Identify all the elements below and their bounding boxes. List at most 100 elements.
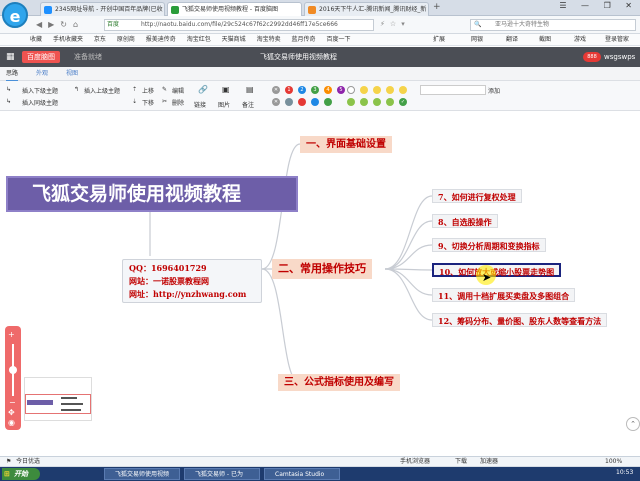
progress-marker-icon[interactable] bbox=[386, 98, 394, 106]
apps-grid-icon[interactable]: ▦ bbox=[6, 47, 16, 67]
nav-buttons[interactable]: ◀▶↻⌂ bbox=[36, 20, 84, 29]
delete-button[interactable]: 删除 bbox=[172, 98, 184, 107]
window-controls[interactable]: ☰ — ❐ ✕ bbox=[559, 1, 638, 10]
progress-complete-icon[interactable]: ✓ bbox=[399, 98, 407, 106]
toolbar-game[interactable]: 游戏 bbox=[574, 34, 586, 45]
move-up-button[interactable]: 上移 bbox=[142, 86, 154, 95]
subtopic-10-selected[interactable]: 10、如何放大或缩小股票走势图 bbox=[432, 263, 562, 277]
search-engine-icon: 🔍 bbox=[474, 21, 482, 28]
branch-3[interactable]: 三、公式指标使用及编写 bbox=[278, 374, 400, 391]
toolbar-translate[interactable]: 翻译 bbox=[506, 34, 518, 45]
edit-button[interactable]: 编辑 bbox=[172, 86, 184, 95]
progress-marker-icon[interactable] bbox=[399, 86, 407, 94]
note-button[interactable]: 备注 bbox=[242, 100, 254, 109]
browser-tab-news[interactable]: 2016天下牛人汇-腾讯新闻_腾讯财经_新 bbox=[304, 2, 429, 16]
progress-marker-icon[interactable] bbox=[373, 98, 381, 106]
priority-4-button[interactable]: 4 bbox=[324, 86, 332, 94]
taskbar-item[interactable]: 飞狐交易师 - 已为 bbox=[184, 468, 260, 480]
toolbar-screenshot[interactable]: 截图 bbox=[539, 34, 551, 45]
bookmark-item[interactable]: 淘宝红包 bbox=[187, 36, 211, 43]
zoom-out-button[interactable]: − bbox=[9, 398, 16, 407]
bookmark-item[interactable]: 原创商 bbox=[117, 36, 135, 43]
bookmark-item[interactable]: 天猫商城 bbox=[222, 36, 246, 43]
link-button[interactable]: 链接 bbox=[194, 100, 206, 109]
priority-3-button[interactable]: 3 bbox=[311, 86, 319, 94]
branch-1[interactable]: 一、界面基础设置 bbox=[300, 136, 392, 153]
priority-5-button[interactable]: 5 bbox=[337, 86, 345, 94]
tab-view[interactable]: 视图 bbox=[66, 67, 78, 80]
progress-marker-icon[interactable] bbox=[373, 86, 381, 94]
info-node[interactable]: QQ：1696401729 网站：一诺股票教程网 网址：http://ynzhw… bbox=[122, 259, 262, 303]
progress-marker-icon[interactable] bbox=[360, 86, 368, 94]
priority-marker-icon[interactable] bbox=[298, 98, 306, 106]
progress-marker-icon[interactable] bbox=[386, 86, 394, 94]
preview-eye-icon[interactable]: ◉ bbox=[8, 418, 15, 427]
toolbar-login[interactable]: 登录管家 bbox=[605, 34, 629, 45]
bookmark-item[interactable]: 蓝月传奇 bbox=[292, 36, 316, 43]
today-picks[interactable]: 今日优选 bbox=[16, 457, 40, 467]
tab-idea[interactable]: 思路 bbox=[6, 67, 19, 82]
priority-clear-icon[interactable]: ✕ bbox=[272, 86, 280, 94]
accelerator-link[interactable]: 加速器 bbox=[480, 457, 498, 467]
progress-marker-icon[interactable] bbox=[360, 98, 368, 106]
bookmark-item[interactable]: 京东 bbox=[94, 36, 106, 43]
bookmark-item[interactable]: 收藏 bbox=[30, 36, 42, 43]
subtopic-7[interactable]: 7、如何进行复权处理 bbox=[432, 189, 522, 203]
add-resource-button[interactable]: 添加 bbox=[488, 86, 500, 95]
bottom-area: ⚑ 今日优选 手机浏览器 下载 加速器 100% ⊞ 开始 飞狐交易师使用视频 … bbox=[0, 456, 640, 481]
tab-appearance[interactable]: 外观 bbox=[36, 67, 48, 80]
bookmark-item[interactable]: 百度一下 bbox=[326, 36, 350, 43]
bookmark-item[interactable]: 淘宝特卖 bbox=[257, 36, 281, 43]
browser-logo-icon: e bbox=[2, 2, 28, 28]
app-brand[interactable]: 百度脑图 bbox=[22, 51, 60, 63]
mindmap-root[interactable]: 飞狐交易师使用视频教程 bbox=[6, 176, 298, 212]
start-button[interactable]: ⊞ 开始 bbox=[2, 468, 40, 480]
progress-marker-icon[interactable] bbox=[347, 98, 355, 106]
mindmap-canvas[interactable]: 飞狐交易师使用视频教程 QQ：1696401729 网站：一诺股票教程网 网址：… bbox=[0, 111, 640, 456]
toolbar-extension[interactable]: 扩展 bbox=[433, 34, 445, 45]
hand-tool-icon[interactable]: ✥ bbox=[8, 408, 15, 417]
branch-2[interactable]: 二、常用操作技巧 bbox=[272, 259, 372, 279]
mobile-browser-link[interactable]: 手机浏览器 bbox=[400, 457, 430, 467]
priority-marker-icon[interactable] bbox=[285, 98, 293, 106]
insert-parent-button[interactable]: 插入上级主题 bbox=[84, 86, 120, 95]
download-link[interactable]: 下载 bbox=[455, 457, 467, 467]
address-tool-icons[interactable]: ⚡☆▾ bbox=[380, 20, 410, 28]
progress-clear-icon[interactable] bbox=[347, 86, 355, 94]
priority-marker-icon[interactable] bbox=[311, 98, 319, 106]
subtopic-8[interactable]: 8、自选股操作 bbox=[432, 214, 498, 228]
minimap-root bbox=[27, 400, 53, 405]
new-tab-icon[interactable]: + bbox=[433, 2, 441, 12]
bookmark-item[interactable]: 报美迪传奇 bbox=[146, 36, 176, 43]
zoom-in-button[interactable]: + bbox=[8, 330, 15, 339]
document-title[interactable]: 飞狐交易师使用视频教程 bbox=[260, 47, 337, 67]
taskbar-item[interactable]: Camtasia Studio bbox=[264, 468, 340, 480]
resource-input[interactable] bbox=[420, 85, 486, 95]
image-button[interactable]: 图片 bbox=[218, 100, 230, 109]
priority-clear-icon[interactable]: ✕ bbox=[272, 98, 280, 106]
browser-tab-2345[interactable]: 2345网址导航 - 开创中国百年品牌(已收 bbox=[40, 2, 165, 16]
tab-favicon-icon bbox=[171, 6, 179, 14]
toolbar-bank[interactable]: 网银 bbox=[471, 34, 483, 45]
zoom-level[interactable]: 100% bbox=[605, 457, 622, 467]
priority-marker-icon[interactable] bbox=[324, 98, 332, 106]
user-name[interactable]: wsgswps bbox=[604, 47, 635, 67]
zoom-slider[interactable]: + − ✥ ◉ bbox=[5, 326, 21, 430]
taskbar-item[interactable]: 飞狐交易师使用视频 bbox=[104, 468, 180, 480]
search-input[interactable]: 🔍 亚马逊十大奇特生物 bbox=[470, 19, 636, 31]
insert-child-button[interactable]: 插入下级主题 bbox=[22, 86, 58, 95]
subtopic-12[interactable]: 12、筹码分布、量价图、股东人数等查看方法 bbox=[432, 313, 608, 327]
browser-tab-naotu[interactable]: 飞狐交易师使用视频教程 - 百度脑图 bbox=[167, 2, 302, 16]
move-down-button[interactable]: 下移 bbox=[142, 98, 154, 107]
zoom-thumb[interactable] bbox=[9, 366, 17, 374]
subtopic-9[interactable]: 9、切换分析周期和变换指标 bbox=[432, 238, 546, 252]
bookmark-item[interactable]: 手机收藏夹 bbox=[53, 36, 83, 43]
insert-sibling-button[interactable]: 插入同级主题 bbox=[22, 98, 58, 107]
url-input[interactable]: 百度 http://naotu.baidu.com/file/29c524c67… bbox=[104, 19, 374, 31]
user-avatar-badge[interactable]: 888 bbox=[583, 52, 601, 62]
priority-1-button[interactable]: 1 bbox=[285, 86, 293, 94]
minimap[interactable] bbox=[24, 377, 92, 421]
subtopic-11[interactable]: 11、调用十档扩展买卖盘及多图组合 bbox=[432, 288, 576, 302]
scroll-up-button[interactable]: ⌃ bbox=[626, 417, 640, 431]
priority-2-button[interactable]: 2 bbox=[298, 86, 306, 94]
